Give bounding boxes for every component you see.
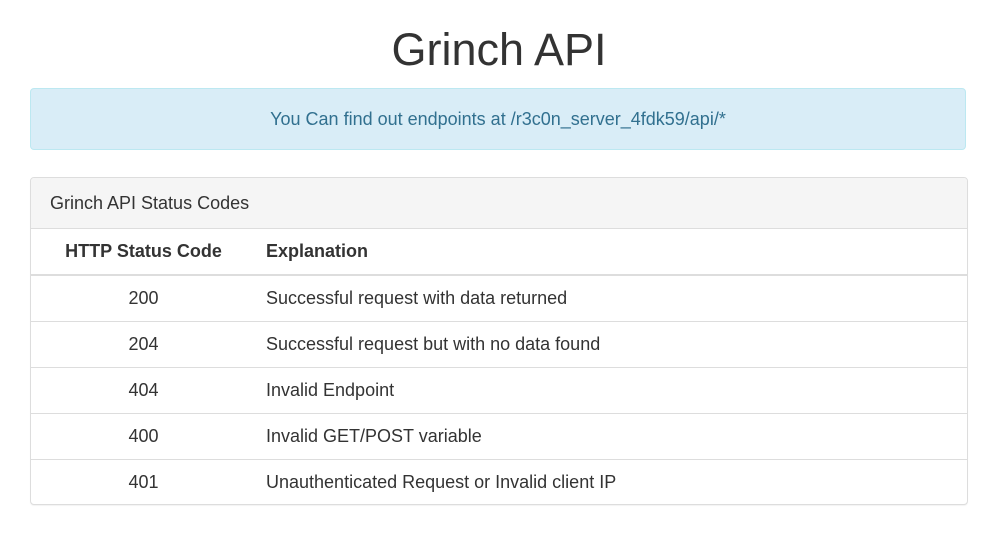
table-header-row: HTTP Status Code Explanation — [31, 229, 967, 276]
table-row: 204 Successful request but with no data … — [31, 320, 967, 367]
page: Grinch API You Can find out endpoints at… — [0, 0, 1006, 556]
explanation-cell: Invalid GET/POST variable — [256, 412, 967, 459]
column-header-status-code: HTTP Status Code — [31, 229, 256, 276]
page-title: Grinch API — [391, 24, 607, 75]
table-row: 200 Successful request with data returne… — [31, 275, 967, 321]
explanation-cell: Successful request but with no data foun… — [256, 320, 967, 367]
status-code-cell: 200 — [128, 287, 159, 308]
status-codes-panel: Grinch API Status Codes HTTP Status Code… — [30, 177, 968, 505]
status-code-cell: 400 — [31, 412, 256, 459]
alert-text: You Can find out endpoints at /r3c0n_ser… — [270, 108, 726, 129]
column-header-explanation: Explanation — [256, 229, 967, 276]
status-code-cell: 404 — [31, 366, 256, 413]
explanation-cell: Unauthenticated Request or Invalid clien… — [256, 458, 967, 504]
table-row: 404 Invalid Endpoint — [31, 366, 967, 413]
panel-heading: Grinch API Status Codes — [31, 178, 967, 229]
status-code-cell: 401 — [31, 458, 256, 504]
status-codes-table: HTTP Status Code Explanation 200 Success… — [31, 229, 967, 504]
status-code-cell: 204 — [31, 320, 256, 367]
table-row: 400 Invalid GET/POST variable — [31, 412, 967, 459]
info-alert: You Can find out endpoints at /r3c0n_ser… — [30, 88, 966, 150]
explanation-cell: Successful request with data returned — [266, 287, 568, 308]
table-row: 401 Unauthenticated Request or Invalid c… — [31, 458, 967, 504]
explanation-cell: Invalid Endpoint — [256, 366, 967, 413]
panel-title: Grinch API Status Codes — [50, 192, 250, 213]
